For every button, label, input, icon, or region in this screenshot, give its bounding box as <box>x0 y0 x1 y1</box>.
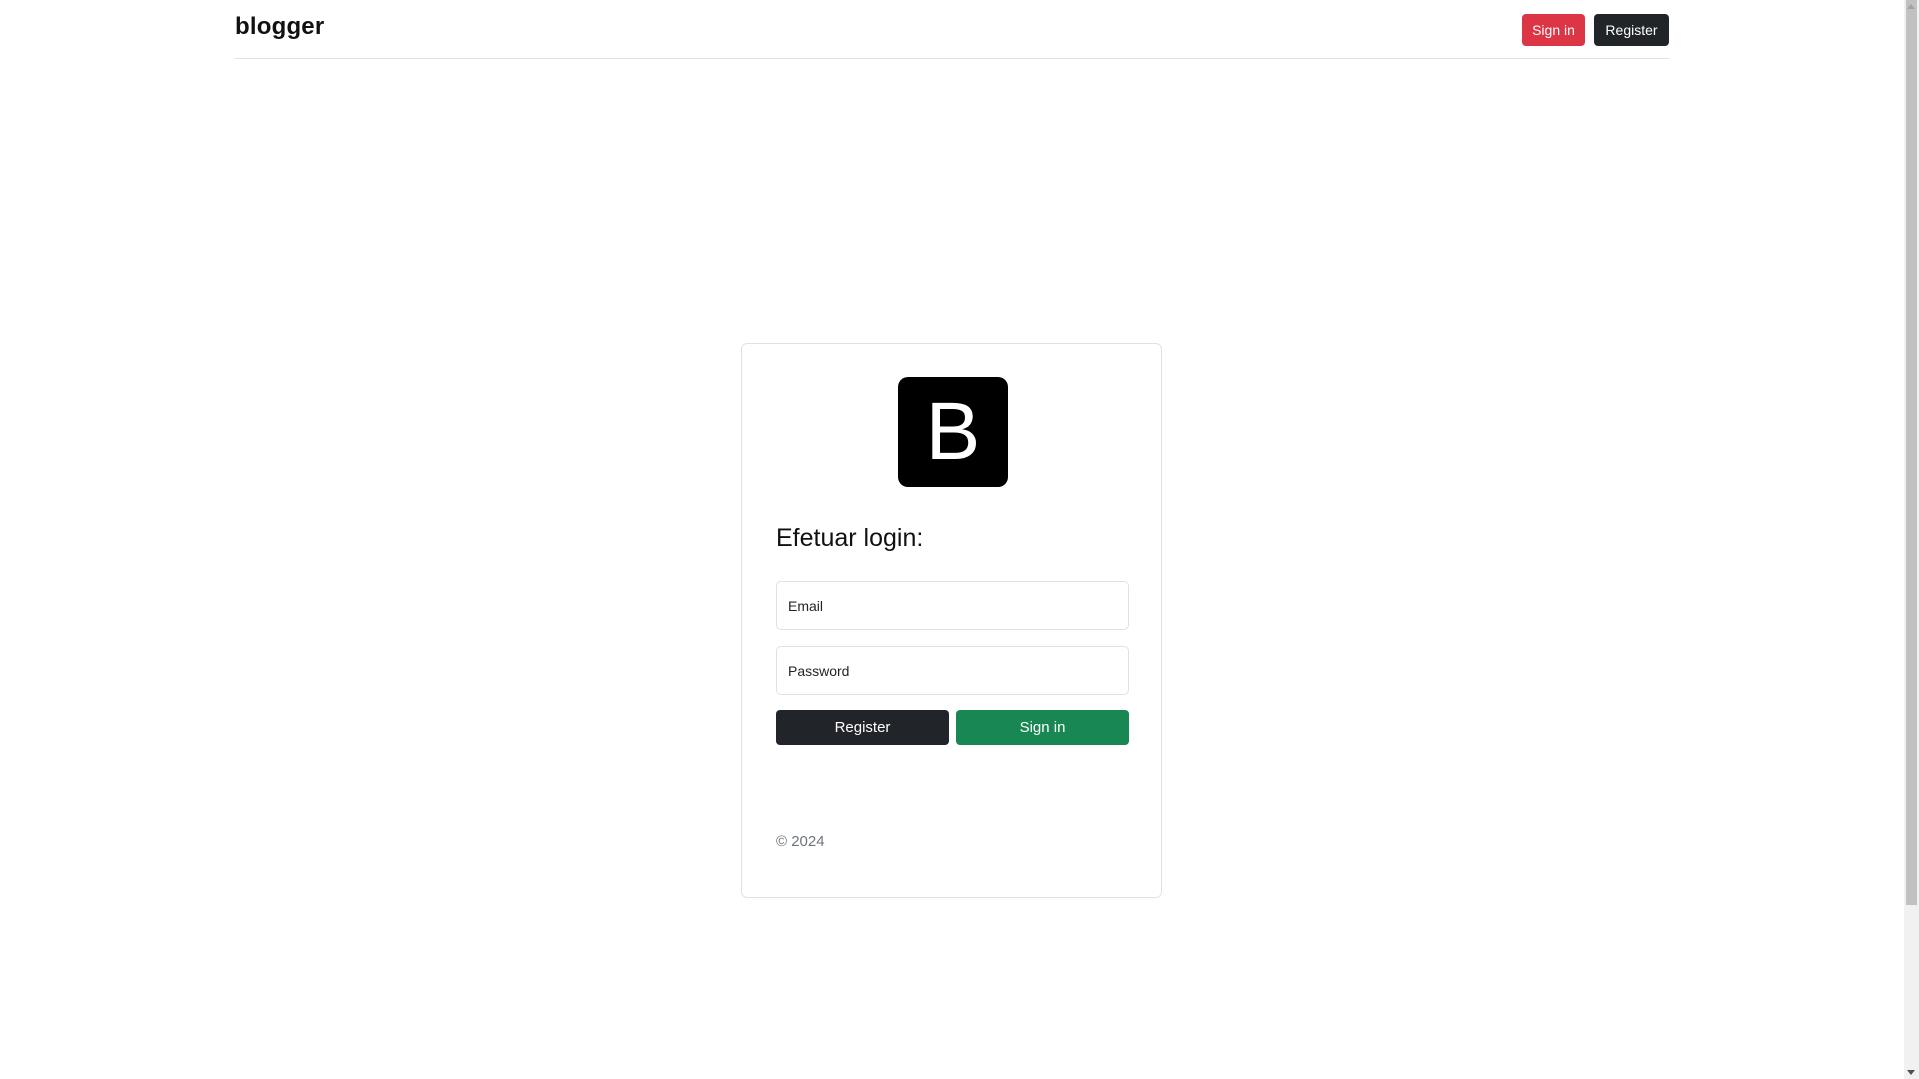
header-register-button[interactable]: Register <box>1594 14 1669 46</box>
scroll-down-arrow-icon[interactable] <box>1907 1070 1915 1075</box>
copyright-text: © 2024 <box>776 833 825 850</box>
header-signin-button[interactable]: Sign in <box>1522 14 1585 46</box>
password-field[interactable] <box>776 646 1129 695</box>
login-title: Efetuar login: <box>776 524 924 552</box>
bootstrap-logo-icon: B <box>898 377 1008 487</box>
scroll-up-arrow-icon[interactable] <box>1907 4 1915 9</box>
register-button[interactable]: Register <box>776 710 949 745</box>
login-card: B Efetuar login: Register Sign in © 2024 <box>741 343 1162 898</box>
vertical-scrollbar[interactable] <box>1904 0 1919 1079</box>
brand-logo-text[interactable]: blogger <box>235 13 324 41</box>
scrollbar-thumb[interactable] <box>1906 0 1917 905</box>
page: blogger Sign in Register B Efetuar login… <box>0 0 1919 1079</box>
signin-button[interactable]: Sign in <box>956 710 1129 745</box>
email-field[interactable] <box>776 581 1129 630</box>
top-navbar: blogger Sign in Register <box>235 0 1669 59</box>
